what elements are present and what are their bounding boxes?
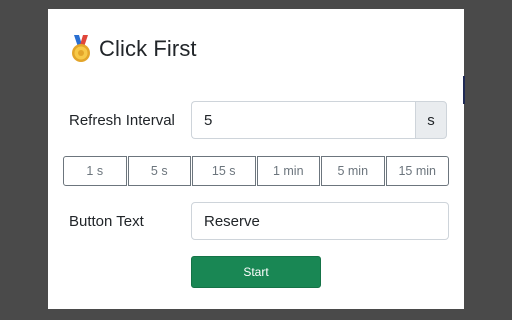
button-text-label: Button Text bbox=[69, 213, 144, 230]
header: Click First bbox=[69, 34, 197, 64]
medal-icon bbox=[72, 35, 90, 62]
button-text-input[interactable] bbox=[191, 202, 449, 240]
extension-popup: Click First Refresh Interval s 1 s 5 s 1… bbox=[48, 9, 464, 309]
preset-5s-button[interactable]: 5 s bbox=[127, 156, 191, 186]
refresh-interval-group: s bbox=[191, 101, 447, 139]
start-button[interactable]: Start bbox=[191, 256, 321, 288]
preset-5min-button[interactable]: 5 min bbox=[321, 156, 385, 186]
preset-15s-button[interactable]: 15 s bbox=[192, 156, 256, 186]
app-title: Click First bbox=[99, 36, 197, 61]
preset-15min-button[interactable]: 15 min bbox=[385, 156, 449, 186]
window-edge-accent bbox=[463, 76, 465, 104]
interval-unit-addon: s bbox=[415, 101, 447, 139]
interval-preset-group: 1 s 5 s 15 s 1 min 5 min 15 min bbox=[63, 156, 449, 186]
preset-1min-button[interactable]: 1 min bbox=[256, 156, 320, 186]
preset-1s-button[interactable]: 1 s bbox=[63, 156, 127, 186]
refresh-interval-label: Refresh Interval bbox=[69, 112, 175, 129]
refresh-interval-input[interactable] bbox=[191, 101, 415, 139]
